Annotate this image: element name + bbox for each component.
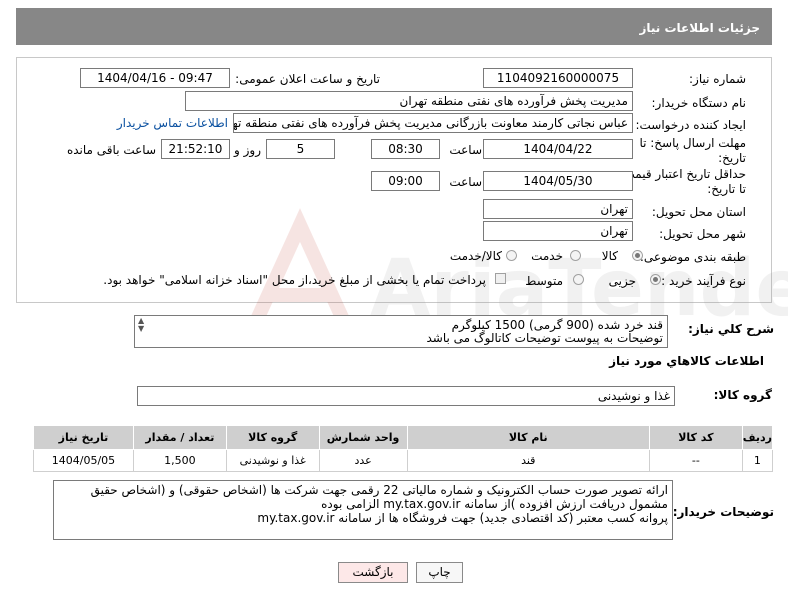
category-label: طبقه بندی موضوعی: <box>639 250 746 264</box>
process-label: نوع فرآیند خرید : <box>661 274 746 288</box>
need-number-label: شماره نیاز: <box>689 72 746 86</box>
price-validity-time-field: 09:00 <box>371 171 440 191</box>
province-label: استان محل تحویل: <box>651 205 746 219</box>
remaining-time-field: 21:52:10 <box>161 139 230 159</box>
goods-group-field: غذا و نوشیدنی <box>137 386 675 406</box>
contact-info-link[interactable]: اطلاعات تماس خریدار <box>117 116 228 130</box>
price-validity-label-1: حداقل تاریخ اعتبار قیمت: <box>619 167 746 181</box>
goods-group-label: گروه کالا: <box>713 388 772 402</box>
process-medium-label: متوسط <box>525 274 563 288</box>
goods-table: رديف کد کالا نام کالا واحد شمارش گروه کا… <box>33 425 774 472</box>
days-field: 5 <box>266 139 335 159</box>
price-validity-time-label: ساعت <box>449 175 482 189</box>
category-both-radio[interactable] <box>506 250 517 261</box>
days-label: روز و <box>234 143 261 157</box>
cell-code: -- <box>648 449 743 472</box>
buyer-org-field: مدیریت پخش فرآورده های نفتی منطقه تهران <box>185 91 633 111</box>
deadline-time-label: ساعت <box>449 143 482 157</box>
remaining-label: ساعت باقی مانده <box>66 143 156 157</box>
deadline-label-2: تاریخ: <box>718 151 746 165</box>
goods-section-title: اطلاعات کالاهاي مورد نياز <box>609 354 764 368</box>
description-textarea[interactable]: قند خرد شده (900 گرمی) 1500 کیلوگرم توضی… <box>134 315 668 348</box>
deadline-label-1: مهلت ارسال پاسخ: تا <box>639 136 746 150</box>
need-number-field: 1104092160000075 <box>483 68 633 88</box>
process-medium-radio[interactable] <box>573 274 584 285</box>
requester-label: ایجاد کننده درخواست: <box>635 118 746 132</box>
col-date: تاریخ نیاز <box>33 425 134 450</box>
category-both-label: کالا/خدمت <box>449 249 502 263</box>
description-label: شرح کلي نياز: <box>688 322 774 336</box>
buyer-notes-textarea[interactable]: ارائه تصویر صورت حساب الکترونیک و شماره … <box>53 480 673 540</box>
page-title: جزئیات اطلاعات نیاز <box>639 21 760 35</box>
col-row: رديف <box>741 425 774 450</box>
announce-label: تاریخ و ساعت اعلان عمومی: <box>235 72 380 86</box>
city-field: تهران <box>483 221 633 241</box>
col-quantity: تعداد / مقدار <box>132 425 227 450</box>
deadline-time-field: 08:30 <box>371 139 440 159</box>
province-field: تهران <box>483 199 633 219</box>
deadline-date-field: 1404/04/22 <box>483 139 633 159</box>
price-validity-date-field: 1404/05/30 <box>483 171 633 191</box>
print-button[interactable]: چاپ <box>416 562 463 583</box>
cell-quantity: 1,500 <box>132 449 227 472</box>
table-row: 1 -- قند عدد غذا و نوشیدنی 1,500 1404/05… <box>33 449 774 472</box>
category-goods-label: کالا <box>601 249 618 263</box>
cell-unit: عدد <box>318 449 408 472</box>
back-button[interactable]: بازگشت <box>338 562 408 583</box>
treasury-payment-checkbox[interactable] <box>495 273 506 284</box>
goods-table-header: رديف کد کالا نام کالا واحد شمارش گروه کا… <box>33 425 774 450</box>
city-label: شهر محل تحویل: <box>659 227 746 241</box>
category-service-label: خدمت <box>531 249 563 263</box>
buyer-notes-line-3: پروانه کسب معتبر (کد اقتصادی جدید) جهت ف… <box>257 511 668 525</box>
requester-field: عباس نجاتی کارمند معاونت بازرگانی مدیریت… <box>233 113 633 133</box>
page-header: جزئیات اطلاعات نیاز <box>16 8 772 45</box>
category-service-radio[interactable] <box>570 250 581 261</box>
col-name: نام کالا <box>406 425 650 450</box>
buyer-notes-line-2: مشمول دریافت ارزش افزوده )از سامانه my.t… <box>321 497 668 511</box>
scroll-arrows-icon[interactable]: ▲ ▼ <box>138 317 144 333</box>
price-validity-label-2: تا تاریخ: <box>707 182 746 196</box>
cell-name: قند <box>406 449 650 472</box>
announce-field: 1404/04/16 - 09:47 <box>80 68 230 88</box>
description-line-2: توضیحات به پیوست توضیحات کاتالوگ می باشد <box>426 331 664 345</box>
process-minor-label: جزیی <box>608 274 636 288</box>
treasury-payment-note: پرداخت تمام یا بخشی از مبلغ خرید،از محل … <box>103 273 486 287</box>
buyer-org-label: نام دستگاه خریدار: <box>651 96 747 110</box>
col-code: کد کالا <box>648 425 743 450</box>
cell-row: 1 <box>741 449 774 472</box>
col-unit: واحد شمارش <box>318 425 408 450</box>
buyer-notes-label: توضیحات خریدار: <box>672 505 774 519</box>
category-goods-radio[interactable] <box>632 250 643 261</box>
process-minor-radio[interactable] <box>650 274 661 285</box>
col-group: گروه کالا <box>225 425 320 450</box>
cell-group: غذا و نوشیدنی <box>225 449 320 472</box>
buyer-notes-line-1: ارائه تصویر صورت حساب الکترونیک و شماره … <box>90 483 668 497</box>
cell-date: 1404/05/05 <box>33 449 134 472</box>
